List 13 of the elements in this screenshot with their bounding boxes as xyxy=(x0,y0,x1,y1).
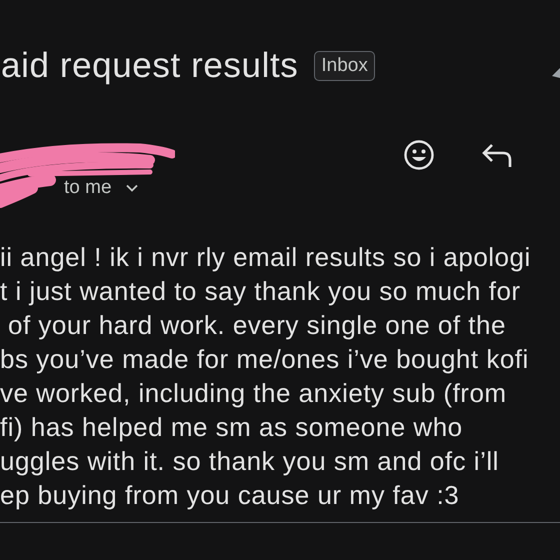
inbox-label[interactable]: Inbox xyxy=(314,51,375,81)
chevron-icon xyxy=(126,184,138,192)
message-text: of your hard work. every single one of the xyxy=(7,309,507,342)
emoji-icon[interactable] xyxy=(402,138,436,172)
message-text: ep buying from you cause ur my fav :3 xyxy=(0,479,460,512)
message-text: bs you’ve made for me/ones i’ve bought kofi xyxy=(0,343,530,376)
email-subject: aid request results xyxy=(1,46,298,86)
message-text: t i just wanted to say thank you so much for xyxy=(0,275,522,308)
recipient-dropdown[interactable]: to me xyxy=(64,176,138,200)
message-text: ii angel ! ik i nvr rly email results so i apologi xyxy=(0,241,532,274)
message-text: fi) has helped me sm as someone who xyxy=(0,411,464,444)
message-text: ve worked, including the anxiety sub (from xyxy=(0,377,508,410)
message-text: uggles with it. so thank you sm and ofc i’ll xyxy=(0,445,500,478)
